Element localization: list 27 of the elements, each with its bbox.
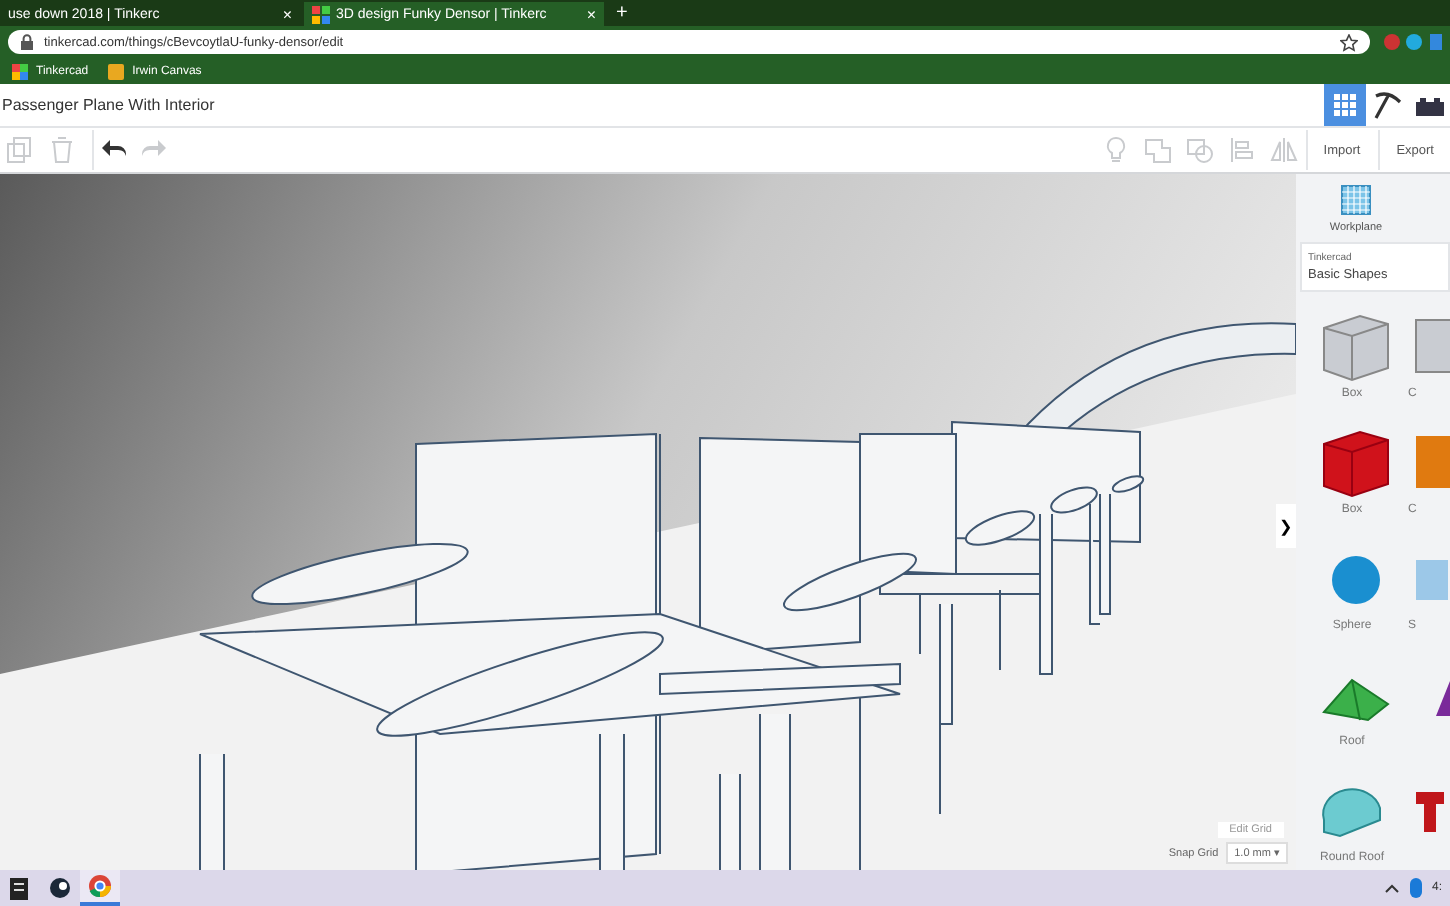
new-tab-button[interactable]: + (608, 2, 636, 24)
chevron-up-icon[interactable] (1383, 882, 1400, 894)
game-launcher-icon (8, 876, 32, 900)
grid-view-icon (1330, 90, 1360, 120)
design-title: Passenger Plane With Interior (0, 96, 215, 114)
collapse-panel-button[interactable]: ❯ (1276, 504, 1296, 548)
lightbulb-icon (1101, 136, 1130, 164)
chairs-drawing[interactable] (199, 322, 1296, 870)
workplane-grid-icon (1340, 184, 1372, 216)
bookmark-star-icon[interactable] (1340, 33, 1358, 51)
grid-favicon-icon (12, 63, 28, 79)
pickaxe-icon (1372, 90, 1402, 120)
mirror-icon (1269, 136, 1298, 164)
align-icon (1227, 136, 1256, 164)
close-tab-button[interactable]: × (586, 5, 596, 23)
close-tab-button[interactable]: × (282, 5, 292, 23)
tinkercad-favicon-icon (312, 5, 330, 23)
trash-icon (48, 136, 76, 164)
steam-icon (48, 876, 72, 900)
chrome-icon (88, 874, 112, 898)
toolbar-button[interactable] (92, 130, 132, 170)
canvas-favicon-icon (108, 63, 125, 79)
extension-icons-drawing[interactable] (1382, 32, 1442, 52)
lock-icon (20, 34, 34, 50)
group-icon (1143, 136, 1172, 164)
copy-icon (6, 136, 34, 164)
ungroup-icon (1185, 136, 1214, 164)
